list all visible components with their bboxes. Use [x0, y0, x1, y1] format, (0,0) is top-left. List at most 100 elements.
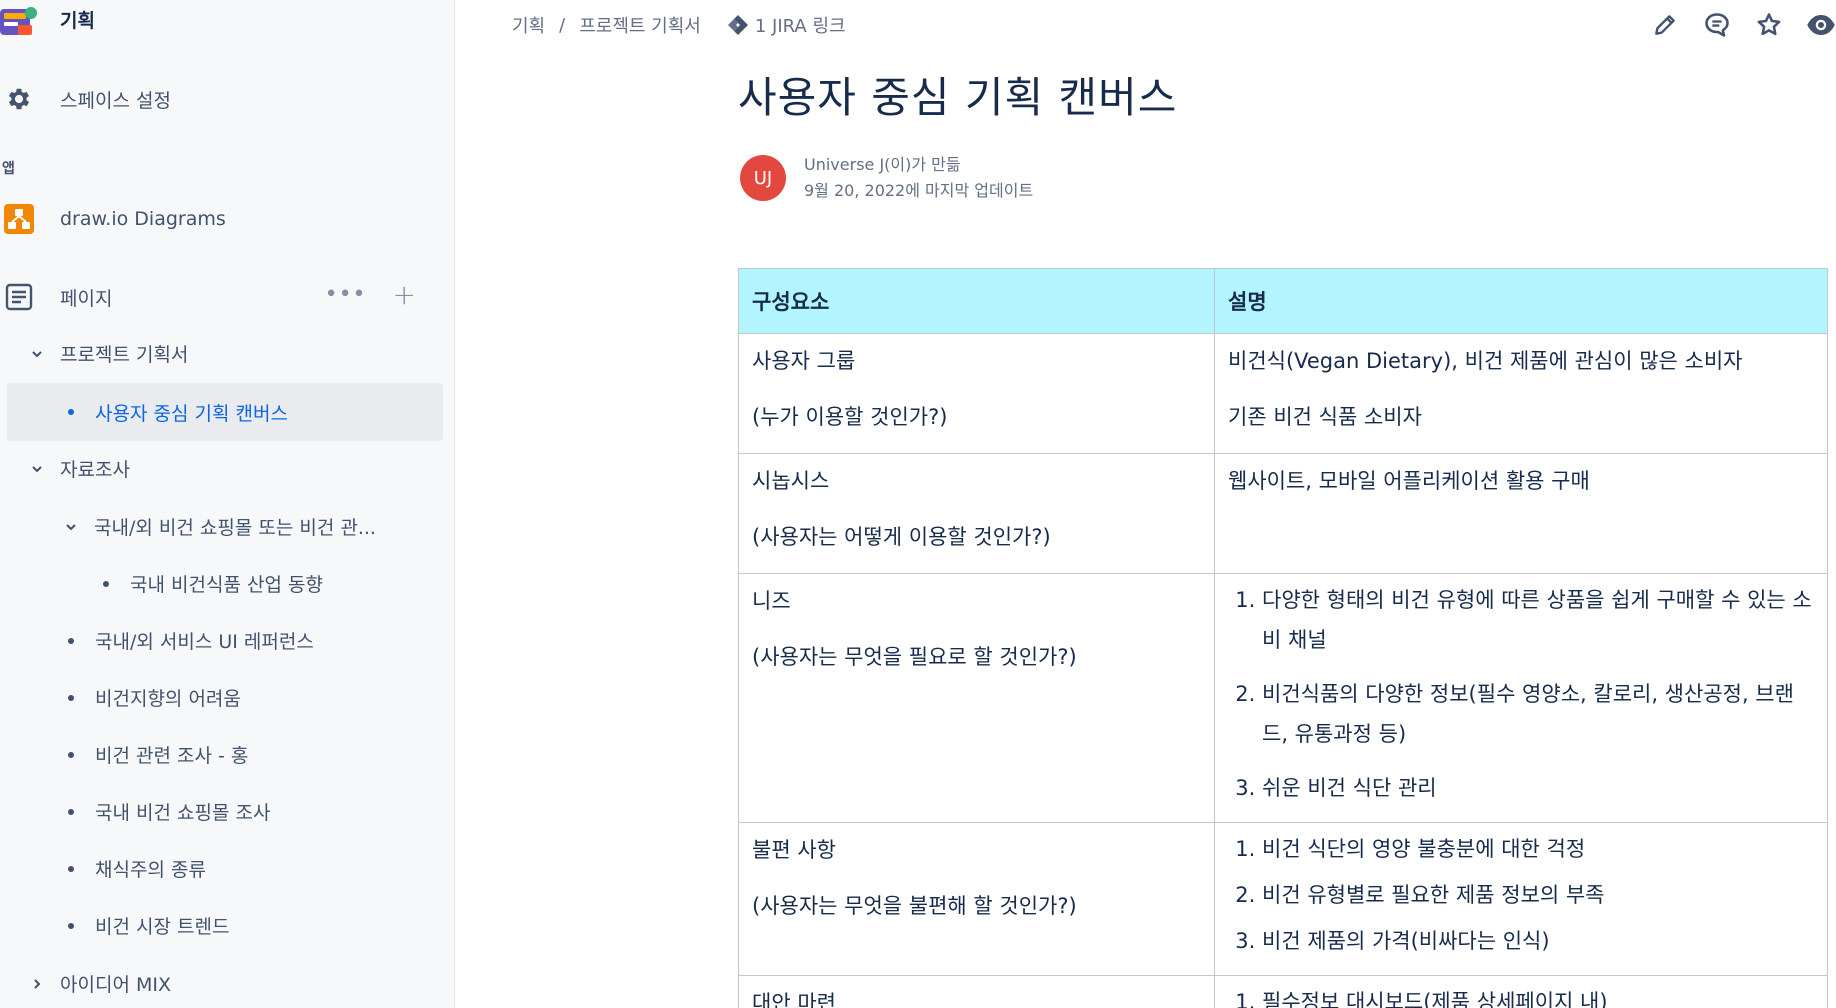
- page-icon: [4, 282, 34, 312]
- edit-button[interactable]: [1650, 10, 1680, 40]
- watch-button[interactable]: [1806, 10, 1836, 40]
- bullet-icon: [68, 694, 74, 701]
- tree-item-label: 국내/외 서비스 UI 레퍼런스: [95, 631, 314, 653]
- space-name[interactable]: 기획: [60, 6, 95, 33]
- breadcrumb-separator: /: [559, 14, 566, 36]
- pages-actions: ••• +: [325, 281, 416, 309]
- component-name: 사용자 그룹: [752, 349, 856, 373]
- table-cell-component: 불편 사항 (사용자는 무엇을 불편해 할 것인가?): [738, 822, 1215, 976]
- page-actions: [1650, 10, 1836, 40]
- tree-item-ui-reference[interactable]: 국내/외 서비스 UI 레퍼런스: [68, 627, 314, 654]
- canvas-table: 구성요소 설명 사용자 그룹 (누가 이용할 것인가?) 비건식(Vegan D…: [738, 268, 1828, 1008]
- tree-item-current-page[interactable]: 사용자 중심 기획 캔버스: [7, 383, 443, 441]
- star-icon: [1757, 13, 1781, 36]
- breadcrumb-parent-link[interactable]: 프로젝트 기획서: [579, 12, 701, 38]
- more-options-icon[interactable]: •••: [325, 284, 367, 306]
- gear-icon: [4, 84, 34, 114]
- space-logo-icon: [0, 7, 37, 35]
- bullet-icon: [68, 808, 74, 815]
- description-list: 다양한 형태의 비건 유형에 따른 상품을 쉽게 구매할 수 있는 소비 채널 …: [1252, 580, 1814, 808]
- bullet-icon: [103, 580, 109, 587]
- table-cell-component: 사용자 그룹 (누가 이용할 것인가?): [738, 333, 1215, 454]
- tree-item-market-trend[interactable]: 비건 시장 트렌드: [68, 912, 229, 939]
- table-cell-description: 필수정보 대시보드(제품 상세페이지 내): [1214, 975, 1828, 1008]
- space-settings-item[interactable]: 스페이스 설정: [0, 84, 171, 114]
- table-row: 시놉시스 (사용자는 어떻게 이용할 것인가?) 웹사이트, 모바일 어플리케이…: [738, 453, 1828, 574]
- list-item: 비건 식단의 영양 불충분에 대한 걱정: [1262, 829, 1814, 869]
- table-row: 니즈 (사용자는 무엇을 필요로 할 것인가?) 다양한 형태의 비건 유형에 …: [738, 573, 1828, 823]
- description-list: 비건 식단의 영양 불충분에 대한 걱정 비건 유형별로 필요한 제품 정보의 …: [1252, 829, 1814, 961]
- page-title: 사용자 중심 기획 캔버스: [738, 73, 1178, 122]
- table-row: 불편 사항 (사용자는 무엇을 불편해 할 것인가?) 비건 식단의 영양 불충…: [738, 822, 1828, 976]
- space-header[interactable]: 기획: [0, 0, 95, 44]
- component-name: 시놉시스: [752, 469, 830, 493]
- tree-item-label: 자료조사: [60, 459, 130, 481]
- component-question: (사용자는 어떻게 이용할 것인가?): [752, 525, 1051, 549]
- tree-item-industry-trend[interactable]: 국내 비건식품 산업 동향: [103, 570, 323, 597]
- drawio-label: draw.io Diagrams: [60, 208, 226, 230]
- jira-link-button[interactable]: 1 JIRA 링크: [727, 12, 846, 38]
- breadcrumb-space-link[interactable]: 기획: [512, 12, 545, 38]
- tree-item-label: 국내 비건 쇼핑몰 조사: [95, 802, 271, 824]
- bullet-icon: [68, 865, 74, 872]
- star-button[interactable]: [1754, 10, 1784, 40]
- component-name: 대안 마련: [752, 991, 836, 1008]
- tree-item-label: 국내/외 비건 쇼핑몰 또는 비건 관...: [94, 517, 376, 539]
- byline-text: Universe J(이)가 만듦 9월 20, 2022에 마지막 업데이트: [804, 152, 1033, 204]
- comment-icon: [1705, 13, 1729, 37]
- sidebar: 기획 스페이스 설정 앱 draw.io Diagrams 페이지 ••• + …: [0, 0, 455, 1008]
- eye-icon: [1807, 15, 1835, 35]
- jira-icon: [727, 15, 748, 35]
- tree-item-label: 채식주의 종류: [95, 859, 206, 881]
- list-item: 비건 유형별로 필요한 제품 정보의 부족: [1262, 875, 1814, 915]
- description-list: 필수정보 대시보드(제품 상세페이지 내): [1252, 982, 1814, 1008]
- description-text: 기존 비건 식품 소비자: [1228, 405, 1422, 429]
- tree-item-domestic-mall[interactable]: 국내 비건 쇼핑몰 조사: [68, 798, 270, 825]
- drawio-app-item[interactable]: draw.io Diagrams: [0, 204, 226, 234]
- comment-button[interactable]: [1702, 10, 1732, 40]
- tree-item-idea-mix[interactable]: 아이디어 MIX: [28, 970, 171, 997]
- tree-item-research[interactable]: 자료조사: [28, 455, 130, 482]
- tree-item-project-plan[interactable]: 프로젝트 기획서: [28, 340, 188, 367]
- pages-label: 페이지: [60, 287, 113, 310]
- tree-item-label: 국내 비건식품 산업 동향: [130, 574, 323, 596]
- chevron-right-icon[interactable]: [28, 975, 46, 993]
- tree-item-label: 비건 시장 트렌드: [95, 916, 230, 938]
- table-cell-component: 대안 마련: [738, 975, 1215, 1008]
- list-item: 쉬운 비건 식단 관리: [1262, 768, 1814, 808]
- pages-section-header[interactable]: 페이지: [0, 282, 112, 312]
- tree-item-vegan-survey[interactable]: 비건 관련 조사 - 홍: [68, 741, 248, 768]
- list-item: 다양한 형태의 비건 유형에 따른 상품을 쉽게 구매할 수 있는 소비 채널: [1262, 580, 1814, 660]
- tree-item-label: 비건지향의 어려움: [95, 688, 241, 710]
- component-question: (누가 이용할 것인가?): [752, 405, 948, 429]
- chevron-down-icon[interactable]: [28, 460, 46, 478]
- component-question: (사용자는 무엇을 불편해 할 것인가?): [752, 894, 1077, 918]
- add-page-icon[interactable]: +: [393, 281, 416, 309]
- jira-link-label: 1 JIRA 링크: [754, 16, 846, 37]
- chevron-down-icon[interactable]: [62, 518, 80, 536]
- tree-item-label: 비건 관련 조사 - 홍: [95, 745, 249, 767]
- bullet-icon: [68, 637, 74, 644]
- chevron-down-icon[interactable]: [28, 345, 46, 363]
- tree-item-shopping-mall[interactable]: 국내/외 비건 쇼핑몰 또는 비건 관...: [62, 513, 376, 540]
- byline-updated[interactable]: 9월 20, 2022에 마지막 업데이트: [804, 178, 1033, 204]
- tree-item-label: 아이디어 MIX: [60, 974, 171, 996]
- page-byline: UJ Universe J(이)가 만듦 9월 20, 2022에 마지막 업데…: [740, 152, 1033, 204]
- table-cell-description: 다양한 형태의 비건 유형에 따른 상품을 쉽게 구매할 수 있는 소비 채널 …: [1214, 573, 1828, 823]
- component-name: 불편 사항: [752, 838, 836, 862]
- list-item: 비건 제품의 가격(비싸다는 인식): [1262, 921, 1814, 961]
- table-header-cell: 구성요소: [738, 268, 1215, 334]
- tree-item-label: 프로젝트 기획서: [60, 344, 189, 366]
- table-row: 사용자 그룹 (누가 이용할 것인가?) 비건식(Vegan Dietary),…: [738, 333, 1828, 454]
- tree-item-vegan-difficulty[interactable]: 비건지향의 어려움: [68, 684, 241, 711]
- drawio-icon: [4, 204, 34, 234]
- list-item: 필수정보 대시보드(제품 상세페이지 내): [1262, 982, 1814, 1008]
- byline-author[interactable]: Universe J(이)가 만듦: [804, 152, 1033, 178]
- bullet-icon: [68, 922, 74, 929]
- breadcrumb: 기획 / 프로젝트 기획서 1 JIRA 링크: [512, 12, 846, 38]
- table-row: 대안 마련 필수정보 대시보드(제품 상세페이지 내): [738, 975, 1828, 1008]
- component-name: 니즈: [752, 589, 791, 613]
- tree-item-vegetarian-types[interactable]: 채식주의 종류: [68, 855, 206, 882]
- table-cell-description: 웹사이트, 모바일 어플리케이션 활용 구매: [1214, 453, 1828, 574]
- avatar[interactable]: UJ: [740, 155, 786, 201]
